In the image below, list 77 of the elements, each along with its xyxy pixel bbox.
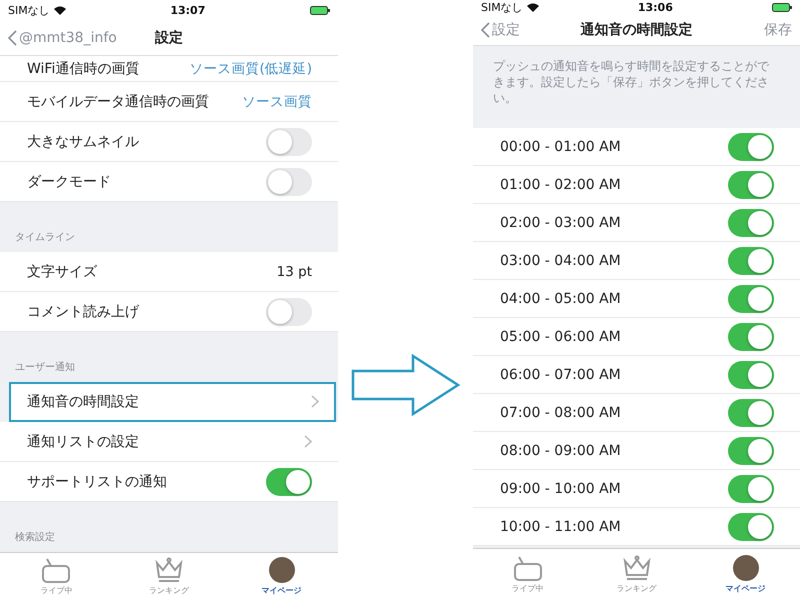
highlighted-setting-row[interactable]: 通知音の時間設定 <box>9 382 336 422</box>
time-slot-label: 07:00 - 08:00 AM <box>500 404 621 420</box>
time-slot-label: 04:00 - 05:00 AM <box>500 290 621 306</box>
carrier-text: SIMなし <box>481 0 523 14</box>
toggle-switch[interactable] <box>266 298 312 326</box>
avatar-icon <box>732 555 758 581</box>
back-chevron-icon <box>8 30 17 46</box>
toggle-switch[interactable] <box>728 436 774 464</box>
back-chevron-icon <box>481 22 490 38</box>
screen-title: 設定 <box>155 28 183 46</box>
setting-row[interactable]: 通知リストの設定 <box>0 422 338 462</box>
toggle-switch[interactable] <box>728 360 774 388</box>
wifi-icon <box>54 6 66 14</box>
chevron-icon <box>311 395 319 408</box>
screen-title: 通知音の時間設定 <box>580 20 692 38</box>
setting-row[interactable]: 大きなサムネイル <box>0 122 338 162</box>
toggle-switch[interactable] <box>728 398 774 426</box>
toggle-switch[interactable] <box>266 468 312 496</box>
carrier-text: SIMなし <box>8 2 50 18</box>
toggle-switch[interactable] <box>266 168 312 196</box>
section-header: 検索設定 <box>15 530 55 544</box>
section-header: タイムライン <box>15 231 75 244</box>
info-text: プッシュの通知音を鳴らす時間を設定することができます。設定したら「保存」ボタンを押してください。 <box>493 58 770 107</box>
tv-icon <box>512 555 542 581</box>
crown-icon <box>622 555 652 581</box>
setting-label: ダークモード <box>27 172 111 190</box>
time-slot-label: 10:00 - 11:00 AM <box>500 518 621 534</box>
toggle-switch[interactable] <box>728 208 774 236</box>
clock-text: 13:06 <box>638 0 673 14</box>
setting-value: ソース画質 <box>242 92 312 110</box>
toggle-switch[interactable] <box>728 246 774 274</box>
time-slot-label: 03:00 - 04:00 AM <box>500 252 621 268</box>
setting-label: 通知音の時間設定 <box>27 392 139 410</box>
section-header: ユーザー通知 <box>15 360 75 374</box>
time-slot-label: 05:00 - 06:00 AM <box>500 328 621 344</box>
tab-item[interactable]: マイページ <box>225 553 338 600</box>
time-slot-label: 06:00 - 07:00 AM <box>500 366 621 382</box>
toggle-switch[interactable] <box>728 284 774 312</box>
time-slot-label: 02:00 - 03:00 AM <box>500 214 621 230</box>
toggle-switch[interactable] <box>728 170 774 198</box>
tv-icon <box>41 557 72 583</box>
time-slot-label: 00:00 - 01:00 AM <box>500 138 621 154</box>
setting-row[interactable]: モバイルデータ通信時の画質 ソース画質 <box>0 82 338 122</box>
toggle-switch[interactable] <box>728 474 774 502</box>
battery-icon <box>310 6 330 14</box>
battery-icon <box>772 2 792 12</box>
setting-label: 通知リストの設定 <box>27 432 139 450</box>
wifi-icon <box>526 2 539 12</box>
setting-row[interactable]: WiFi通信時の画質 ソース画質(低遅延) <box>0 56 338 82</box>
setting-label: 文字サイズ <box>27 262 97 280</box>
setting-label: WiFi通信時の画質 <box>27 60 140 78</box>
setting-label: 大きなサムネイル <box>27 132 139 150</box>
setting-row[interactable]: コメント読み上げ <box>0 292 338 332</box>
toggle-switch[interactable] <box>266 128 312 156</box>
toggle-switch[interactable] <box>728 132 774 160</box>
setting-label: コメント読み上げ <box>27 302 139 320</box>
setting-value: ソース画質(低遅延) <box>189 60 312 78</box>
setting-row[interactable]: 文字サイズ 13 pt <box>0 252 338 292</box>
time-slot-label: 09:00 - 10:00 AM <box>500 480 621 496</box>
avatar-icon <box>268 557 295 583</box>
tab-item[interactable]: ランキング <box>112 553 226 600</box>
chevron-icon <box>304 435 312 448</box>
toggle-switch[interactable] <box>728 322 774 350</box>
time-slot-label: 01:00 - 02:00 AM <box>500 176 621 192</box>
setting-label: サポートリストの通知 <box>27 472 167 490</box>
setting-value: 13 pt <box>276 264 312 280</box>
toggle-switch[interactable] <box>728 512 774 540</box>
setting-row[interactable]: ダークモード <box>0 162 338 202</box>
clock-text: 13:07 <box>170 4 206 16</box>
tab-item[interactable]: ライブ中 <box>0 553 113 600</box>
tab-item[interactable]: マイページ <box>691 549 800 600</box>
time-slot-label: 08:00 - 09:00 AM <box>500 442 621 458</box>
crown-icon <box>154 557 184 583</box>
tab-item[interactable]: ランキング <box>582 549 691 600</box>
setting-row[interactable]: サポートリストの通知 <box>0 462 338 502</box>
tab-item[interactable]: ライブ中 <box>473 549 582 600</box>
setting-label: モバイルデータ通信時の画質 <box>27 92 209 110</box>
